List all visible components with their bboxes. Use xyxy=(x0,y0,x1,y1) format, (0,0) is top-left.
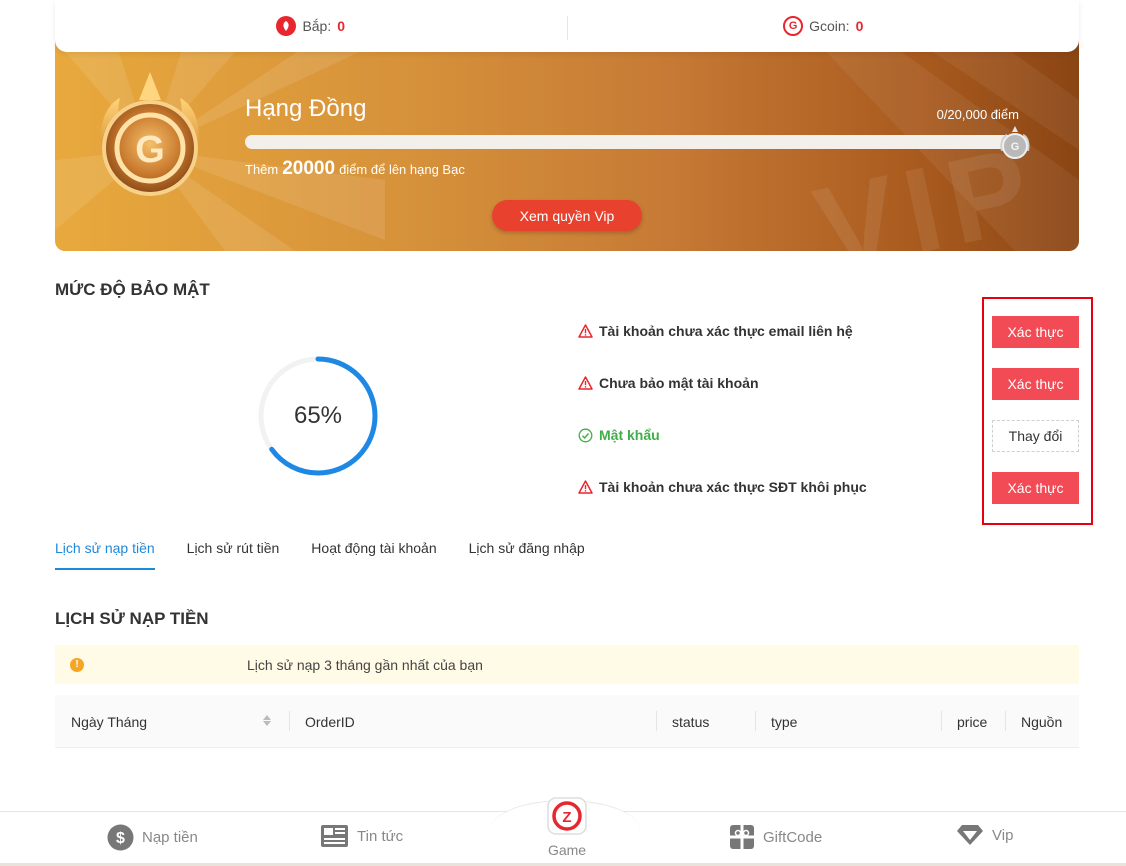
gcoin-balance: G Gcoin: 0 xyxy=(568,0,1080,52)
svg-text:Z: Z xyxy=(562,809,571,826)
verify-phone-button[interactable]: Xác thực xyxy=(992,472,1079,504)
newspaper-icon xyxy=(321,825,348,847)
security-item-email: Tài khoản chưa xác thực email liên hệ xyxy=(578,323,853,339)
rank-points: 0/20,000 điểm xyxy=(936,107,1019,122)
game-logo-icon: Z xyxy=(547,797,587,835)
change-password-button[interactable]: Thay đổi xyxy=(992,420,1079,452)
bap-label: Bắp: xyxy=(302,18,332,34)
currency-card: Bắp: 0 G Gcoin: 0 xyxy=(55,0,1079,52)
nav-game[interactable]: Z xyxy=(527,794,607,845)
tab-deposit-history[interactable]: Lịch sử nạp tiền xyxy=(55,540,155,570)
security-percent: 65% xyxy=(293,402,343,429)
column-header-label: Nguồn xyxy=(1021,713,1063,730)
bronze-rank-medal-icon: G xyxy=(100,72,200,196)
rank-title: Hạng Đồng xyxy=(245,95,367,122)
history-notice-text: Lịch sử nạp 3 tháng gần nhất của bạn xyxy=(247,656,483,673)
nav-giftcode-label: GiftCode xyxy=(763,828,823,846)
security-item-label: Tài khoản chưa xác thực email liên hệ xyxy=(599,323,853,339)
tab-login-history[interactable]: Lịch sử đăng nhập xyxy=(469,540,585,570)
tab-withdraw-history[interactable]: Lịch sử rút tiền xyxy=(187,540,280,570)
rank-hint-suffix: điểm để lên hạng Bạc xyxy=(339,162,465,177)
column-header-type: type xyxy=(771,695,797,748)
tab-account-activity[interactable]: Hoạt động tài khoản xyxy=(311,540,436,570)
warning-icon xyxy=(578,376,593,390)
svg-text:G: G xyxy=(135,129,165,171)
column-header-source: Nguồn xyxy=(1021,695,1062,748)
security-title: MỨC ĐỘ BẢO MẬT xyxy=(55,280,210,299)
view-vip-benefits-button[interactable]: Xem quyền Vip xyxy=(492,200,642,231)
security-item-phone: Tài khoản chưa xác thực SĐT khôi phục xyxy=(578,479,867,495)
bap-value: 0 xyxy=(337,18,346,34)
column-header-orderid: OrderID xyxy=(305,695,355,748)
column-separator xyxy=(656,711,657,731)
rank-hint: Thêm 20000 điểm để lên hạng Bạc xyxy=(245,158,465,180)
nav-game-label[interactable]: Game xyxy=(527,842,607,858)
history-table-header: Ngày Tháng OrderID status type price Ngu… xyxy=(55,695,1079,748)
warning-icon xyxy=(578,324,593,338)
nav-news[interactable]: Tin tức xyxy=(320,824,403,848)
sort-icon[interactable] xyxy=(263,715,271,726)
nav-vip-label: Vip xyxy=(992,826,1014,844)
silver-rank-medal-icon: G xyxy=(1000,126,1030,159)
gcoin-value: 0 xyxy=(855,18,864,34)
svg-text:$: $ xyxy=(116,830,125,847)
bap-balance: Bắp: 0 xyxy=(55,0,567,52)
warning-icon xyxy=(578,480,593,494)
column-header-date[interactable]: Ngày Tháng xyxy=(71,695,147,748)
svg-text:G: G xyxy=(1011,141,1020,153)
column-separator xyxy=(755,711,756,731)
rank-hint-prefix: Thêm xyxy=(245,162,279,177)
secure-account-button[interactable]: Xác thực xyxy=(992,368,1079,400)
column-separator xyxy=(289,711,290,731)
bottom-nav: $ Nạp tiền Tin tức Z Game GiftCode Vip xyxy=(0,797,1126,866)
column-header-label: OrderID xyxy=(305,713,355,730)
column-header-label: type xyxy=(771,713,798,730)
vip-banner: VIP G Hạng Đồng 0/20,000 điểm G Thêm 200… xyxy=(55,40,1079,251)
diamond-icon xyxy=(957,825,983,845)
security-item-label: Chưa bảo mật tài khoản xyxy=(599,375,759,391)
history-tabs: Lịch sử nạp tiền Lịch sử rút tiền Hoạt đ… xyxy=(55,540,585,570)
security-item-password: Mật khẩu xyxy=(578,427,660,443)
rank-hint-points: 20000 xyxy=(282,158,336,179)
check-circle-icon xyxy=(578,428,593,442)
column-separator xyxy=(1005,711,1006,731)
info-icon: ! xyxy=(70,657,84,672)
gift-icon xyxy=(730,825,754,849)
column-header-price: price xyxy=(957,695,987,748)
verify-email-button[interactable]: Xác thực xyxy=(992,316,1079,348)
column-header-label: status xyxy=(672,713,710,730)
history-title: LỊCH SỬ NẠP TIỀN xyxy=(55,609,209,628)
nav-giftcode[interactable]: GiftCode xyxy=(729,824,822,850)
bap-icon xyxy=(276,16,297,36)
security-item-label: Mật khẩu xyxy=(599,427,660,443)
history-notice: ! Lịch sử nạp 3 tháng gần nhất của bạn xyxy=(55,645,1079,684)
security-item-account: Chưa bảo mật tài khoản xyxy=(578,375,759,391)
column-header-status: status xyxy=(672,695,709,748)
nav-deposit[interactable]: $ Nạp tiền xyxy=(107,824,198,851)
nav-deposit-label: Nạp tiền xyxy=(142,829,198,846)
column-header-label: price xyxy=(957,713,988,730)
nav-news-label: Tin tức xyxy=(357,827,404,845)
dollar-icon: $ xyxy=(107,824,134,851)
gcoin-label: Gcoin: xyxy=(809,18,850,34)
rank-progress-bar xyxy=(245,135,1020,149)
nav-vip[interactable]: Vip xyxy=(956,824,1013,846)
security-item-label: Tài khoản chưa xác thực SĐT khôi phục xyxy=(599,479,867,495)
column-separator xyxy=(941,711,942,731)
gcoin-icon: G xyxy=(783,16,804,36)
column-header-label: Ngày Tháng xyxy=(71,713,148,730)
